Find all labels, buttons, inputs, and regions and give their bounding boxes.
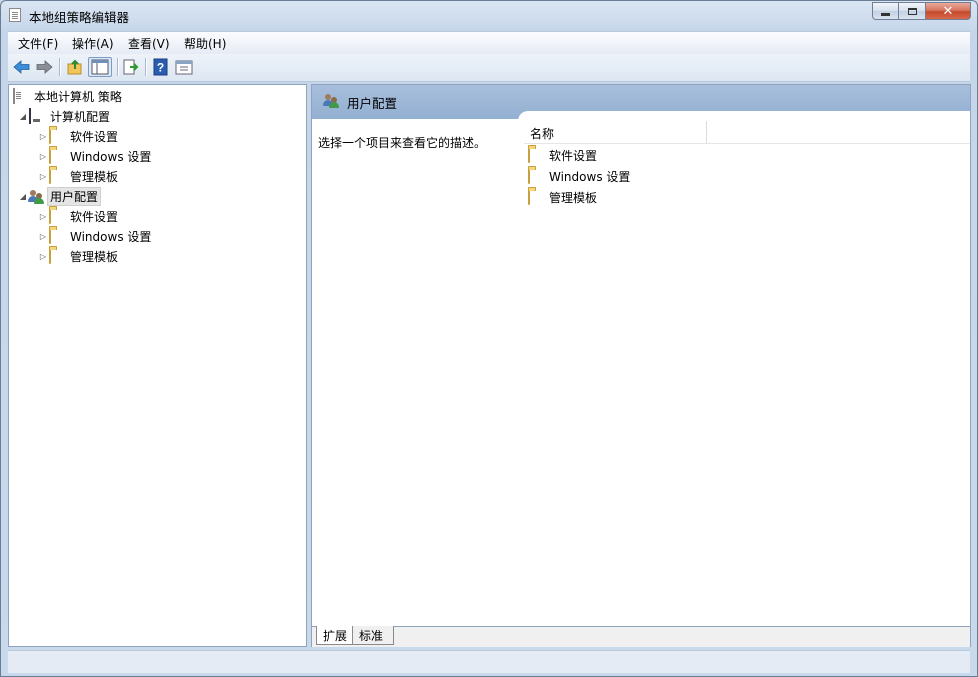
tree-item-label: 管理模板 <box>70 169 119 184</box>
tree-item-label: 本地计算机 策略 <box>34 89 122 104</box>
toolbar-separator <box>145 58 146 76</box>
tree-item-label: 管理模板 <box>70 249 119 264</box>
tree-item-user-config[interactable]: ◢ 用户配置 <box>17 186 102 206</box>
tree-item-user-admin-templates[interactable]: ▷ 管理模板 <box>37 247 118 265</box>
tree-item-label: 用户配置 <box>47 186 102 206</box>
item-list: 名称 软件设置 Windows 设置 管理模板 <box>518 111 970 616</box>
tree-item-label: 软件设置 <box>70 129 119 144</box>
navigation-tree: 本地计算机 策略 ◢ 计算机配置 ▷ 软件设置 ▷ Windows 设置 ▷ 管… <box>8 84 307 647</box>
folder-icon <box>528 189 544 205</box>
folder-icon <box>528 147 544 163</box>
column-header-name[interactable]: 名称 <box>524 121 707 144</box>
tree-item-label: 计算机配置 <box>50 109 111 124</box>
toolbar-separator <box>59 58 60 76</box>
menu-view[interactable]: 查看(V) <box>128 35 170 52</box>
forward-button[interactable] <box>34 57 54 77</box>
toolbar: ? <box>8 54 970 82</box>
collapsed-arrow-icon[interactable]: ▷ <box>37 230 49 242</box>
policy-editor-icon <box>9 8 21 22</box>
policy-document-icon <box>13 88 29 104</box>
menu-action[interactable]: 操作(A) <box>72 35 114 52</box>
close-button[interactable]: ✕ <box>926 2 971 20</box>
tree-item-computer-config[interactable]: ◢ 计算机配置 <box>17 107 110 125</box>
collapsed-arrow-icon[interactable]: ▷ <box>37 170 49 182</box>
list-item-label: 软件设置 <box>549 148 598 163</box>
tree-item-local-policy[interactable]: 本地计算机 策略 <box>13 87 122 105</box>
collapsed-arrow-icon[interactable]: ▷ <box>37 250 49 262</box>
folder-icon <box>528 168 544 184</box>
column-header-label: 名称 <box>530 127 555 141</box>
app-window: 本地组策略编辑器 ✕ 文件(F) 操作(A) 查看(V) 帮助(H) ? 本地计… <box>0 0 978 677</box>
folder-icon <box>49 148 65 164</box>
maximize-button[interactable] <box>899 2 926 20</box>
folder-icon <box>49 208 65 224</box>
folder-icon <box>49 248 65 264</box>
window-title: 本地组策略编辑器 <box>29 10 130 25</box>
minimize-button[interactable] <box>872 2 899 20</box>
tree-item-computer-admin-templates[interactable]: ▷ 管理模板 <box>37 167 118 185</box>
column-header-spacer <box>707 121 970 144</box>
maximize-icon <box>907 7 917 15</box>
status-bar <box>8 650 970 673</box>
tree-item-label: 软件设置 <box>70 209 119 224</box>
caption-buttons: ✕ <box>872 2 971 20</box>
view-tabs: 扩展 标准 <box>312 626 970 647</box>
export-list-button[interactable] <box>121 57 141 77</box>
show-hide-tree-button[interactable] <box>88 57 112 77</box>
back-button[interactable] <box>12 57 32 77</box>
collapsed-arrow-icon[interactable]: ▷ <box>37 210 49 222</box>
collapsed-arrow-icon[interactable]: ▷ <box>37 150 49 162</box>
help-icon: ? <box>153 58 168 76</box>
tree-item-user-windows-settings[interactable]: ▷ Windows 设置 <box>37 227 151 245</box>
tree-item-computer-windows-settings[interactable]: ▷ Windows 设置 <box>37 147 151 165</box>
users-icon <box>323 93 340 108</box>
export-list-icon <box>123 59 139 75</box>
tab-standard[interactable]: 标准 <box>352 626 395 645</box>
tree-item-user-software-settings[interactable]: ▷ 软件设置 <box>37 207 118 225</box>
tree-item-computer-software-settings[interactable]: ▷ 软件设置 <box>37 127 118 145</box>
description-panel: 选择一个项目来查看它的描述。 <box>312 119 522 624</box>
up-folder-icon <box>67 59 82 75</box>
back-arrow-icon <box>13 60 30 74</box>
forward-arrow-icon <box>36 60 53 74</box>
description-text: 选择一个项目来查看它的描述。 <box>318 136 487 150</box>
list-item-label: 管理模板 <box>549 190 598 205</box>
collapsed-arrow-icon[interactable]: ▷ <box>37 130 49 142</box>
users-icon <box>28 189 45 204</box>
help-button[interactable]: ? <box>151 57 171 77</box>
details-header-title: 用户配置 <box>347 96 398 111</box>
tree-item-label: Windows 设置 <box>70 229 152 244</box>
list-item-admin-templates[interactable]: 管理模板 <box>528 188 597 206</box>
tree-item-label: Windows 设置 <box>70 149 152 164</box>
list-item-software-settings[interactable]: 软件设置 <box>528 146 597 164</box>
up-one-level-button[interactable] <box>65 57 85 77</box>
list-item-windows-settings[interactable]: Windows 设置 <box>528 167 630 185</box>
folder-icon <box>49 168 65 184</box>
folder-icon <box>49 128 65 144</box>
menu-bar: 文件(F) 操作(A) 查看(V) 帮助(H) <box>8 31 970 54</box>
title-bar[interactable]: 本地组策略编辑器 ✕ <box>1 1 977 29</box>
menu-file[interactable]: 文件(F) <box>18 35 58 52</box>
properties-button[interactable] <box>174 57 194 77</box>
expanded-arrow-icon[interactable]: ◢ <box>17 110 29 122</box>
details-pane: 用户配置 选择一个项目来查看它的描述。 名称 软件设置 Windows 设置 管… <box>311 84 971 647</box>
show-hide-tree-icon <box>91 59 109 75</box>
svg-text:?: ? <box>157 61 164 75</box>
folder-icon <box>49 228 65 244</box>
close-icon: ✕ <box>942 3 954 19</box>
properties-icon <box>175 60 193 75</box>
computer-icon <box>29 108 45 124</box>
toolbar-separator <box>117 58 118 76</box>
list-item-label: Windows 设置 <box>549 169 631 184</box>
minimize-icon <box>881 12 890 16</box>
menu-help[interactable]: 帮助(H) <box>184 35 226 52</box>
